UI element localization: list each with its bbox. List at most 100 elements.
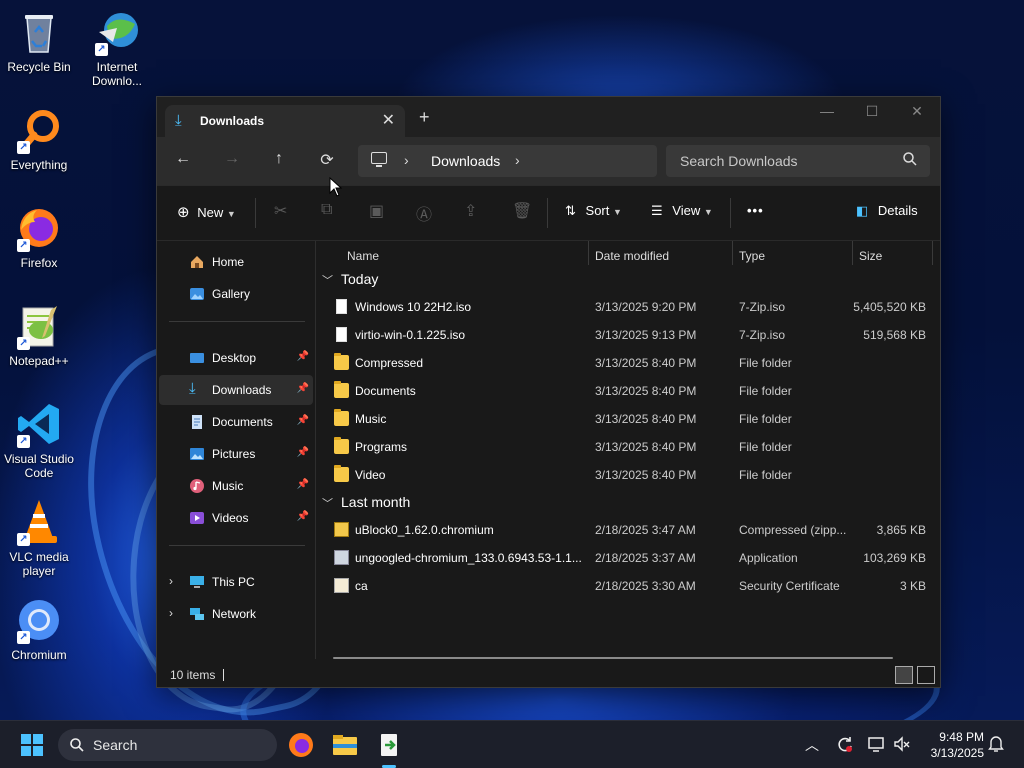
column-divider[interactable]	[732, 241, 733, 265]
new-button-label: New	[197, 205, 224, 220]
taskbar-firefox[interactable]	[285, 729, 317, 761]
desktop-icon-visual-studio-code[interactable]: ↗ Visual Studio Code	[0, 400, 78, 480]
sidebar-item-gallery[interactable]: Gallery	[159, 279, 313, 309]
taskbar-terminal-app[interactable]	[373, 729, 405, 768]
column-header-date-modified[interactable]: Date modified	[595, 249, 669, 263]
sync-icon[interactable]	[836, 735, 854, 756]
table-row[interactable]: Windows 10 22H2.iso 3/13/2025 9:20 PM 7-…	[316, 293, 940, 321]
paste-icon[interactable]: ▣	[369, 201, 384, 221]
toolbar-divider	[547, 198, 548, 228]
desktop-icon-vlc[interactable]: ↗ VLC media player	[0, 498, 78, 578]
table-row[interactable]: Compressed 3/13/2025 8:40 PM File folder	[316, 349, 940, 377]
desktop-icon-internet-download-manager[interactable]: ↗ Internet Downlo...	[78, 8, 156, 88]
cut-icon[interactable]: ✂	[274, 201, 287, 221]
chevron-right-icon[interactable]: ›	[515, 152, 520, 168]
column-divider[interactable]	[852, 241, 853, 265]
breadcrumb-downloads[interactable]: Downloads	[431, 153, 500, 169]
sidebar-item-this-pc[interactable]: › This PC	[159, 567, 313, 597]
forward-button[interactable]: →	[220, 150, 244, 168]
sort-icon: ⇅	[565, 203, 576, 218]
taskbar-file-explorer[interactable]	[329, 729, 361, 761]
search-box[interactable]: Search Downloads	[666, 145, 930, 177]
desktop-icon-notepad-plus-plus[interactable]: ↗ Notepad++	[0, 302, 78, 368]
chevron-right-icon[interactable]: ›	[169, 574, 173, 588]
desktop-icon-firefox[interactable]: ↗ Firefox	[0, 204, 78, 270]
sort-button[interactable]: ⇅ Sort ▼	[565, 203, 622, 219]
pin-icon[interactable]: 📌	[297, 511, 309, 522]
desktop-icon-chromium[interactable]: ↗ Chromium	[0, 596, 78, 662]
share-icon[interactable]: ⇪	[464, 201, 477, 221]
table-row[interactable]: ca 2/18/2025 3:30 AM Security Certificat…	[316, 572, 940, 600]
desktop-icon-recycle-bin[interactable]: Recycle Bin	[0, 8, 78, 74]
minimize-button[interactable]: —	[804, 103, 850, 119]
desktop-icon-everything[interactable]: ↗ Everything	[0, 106, 78, 172]
sidebar-item-home[interactable]: Home	[159, 247, 313, 277]
details-pane-button[interactable]: ◧ Details	[856, 203, 918, 219]
column-divider[interactable]	[932, 241, 933, 265]
toolbar-divider	[730, 198, 731, 228]
speaker-muted-icon[interactable]	[893, 735, 911, 756]
tiles-view-button[interactable]	[917, 666, 935, 684]
copy-icon[interactable]: ⧉	[321, 201, 332, 219]
close-window-button[interactable]: ✕	[894, 103, 940, 120]
notification-bell-icon[interactable]	[988, 735, 1004, 756]
pin-icon[interactable]: 📌	[297, 351, 309, 362]
table-row[interactable]: ungoogled-chromium_133.0.6943.53-1.1... …	[316, 544, 940, 572]
file-name: Video	[355, 468, 386, 482]
column-header-type[interactable]: Type	[739, 249, 765, 263]
view-button[interactable]: ☰ View ▼	[651, 203, 713, 219]
chevron-right-icon[interactable]: ›	[404, 152, 409, 168]
sidebar-item-videos[interactable]: Videos 📌	[159, 503, 313, 533]
new-tab-button[interactable]: +	[419, 108, 430, 126]
column-header-size[interactable]: Size	[859, 249, 882, 263]
sidebar-item-pictures[interactable]: Pictures 📌	[159, 439, 313, 469]
up-button[interactable]: ↑	[267, 150, 291, 168]
chevron-up-icon[interactable]: ︿	[805, 735, 819, 755]
details-view-button[interactable]	[895, 666, 913, 684]
navigation-pane: Home Gallery Desktop 📌 ⤓ Downloads 📌 Doc…	[157, 241, 315, 659]
table-row[interactable]: virtio-win-0.1.225.iso 3/13/2025 9:13 PM…	[316, 321, 940, 349]
pin-icon[interactable]: 📌	[297, 447, 309, 458]
notepad-plus-plus-icon: ↗	[15, 302, 63, 350]
new-button[interactable]: ⊕ New ▼	[177, 203, 236, 221]
taskbar-search-box[interactable]: Search	[58, 729, 277, 761]
delete-icon[interactable]: 🗑	[512, 201, 532, 221]
start-button[interactable]	[21, 734, 43, 756]
display-icon[interactable]	[868, 735, 886, 756]
item-count: 10 items	[170, 668, 216, 682]
sidebar-item-documents[interactable]: Documents 📌	[159, 407, 313, 437]
search-input[interactable]: Search Downloads	[680, 153, 798, 169]
sidebar-item-music[interactable]: Music 📌	[159, 471, 313, 501]
back-button[interactable]: ←	[171, 150, 195, 168]
more-options-button[interactable]: •••	[747, 203, 764, 218]
file-type: File folder	[739, 356, 792, 370]
table-row[interactable]: uBlock0_1.62.0.chromium 2/18/2025 3:47 A…	[316, 516, 940, 544]
rename-icon[interactable]: Ⓐ	[416, 201, 432, 225]
sidebar-item-network[interactable]: › Network	[159, 599, 313, 629]
title-bar[interactable]: ⤓ Downloads ✕ + — ☐ ✕	[157, 97, 940, 137]
taskbar-clock[interactable]: 9:48 PM 3/13/2025	[918, 729, 984, 761]
desktop-icon-label: Visual Studio Code	[4, 452, 74, 480]
horizontal-scrollbar[interactable]	[333, 657, 893, 659]
tab-close-icon[interactable]: ✕	[382, 110, 395, 130]
table-row[interactable]: Documents 3/13/2025 8:40 PM File folder	[316, 377, 940, 405]
address-bar[interactable]: › Downloads ›	[358, 145, 657, 177]
view-list-icon: ☰	[651, 203, 663, 218]
table-row[interactable]: Video 3/13/2025 8:40 PM File folder	[316, 461, 940, 489]
pin-icon[interactable]: 📌	[297, 415, 309, 426]
column-header-name[interactable]: Name	[347, 249, 379, 263]
pin-icon[interactable]: 📌	[297, 383, 309, 394]
pin-icon[interactable]: 📌	[297, 479, 309, 490]
table-row[interactable]: Music 3/13/2025 8:40 PM File folder	[316, 405, 940, 433]
group-header-today[interactable]: ﹀ Today	[322, 271, 378, 288]
sidebar-item-label: Documents	[212, 415, 273, 429]
maximize-button[interactable]: ☐	[849, 103, 895, 120]
refresh-button[interactable]: ⟳	[315, 150, 339, 170]
group-header-last-month[interactable]: ﹀ Last month	[322, 494, 410, 511]
column-divider[interactable]	[588, 241, 589, 265]
sidebar-item-downloads[interactable]: ⤓ Downloads 📌	[159, 375, 313, 405]
chevron-right-icon[interactable]: ›	[169, 606, 173, 620]
table-row[interactable]: Programs 3/13/2025 8:40 PM File folder	[316, 433, 940, 461]
tab-downloads[interactable]: ⤓ Downloads ✕	[165, 105, 405, 137]
sidebar-item-desktop[interactable]: Desktop 📌	[159, 343, 313, 373]
